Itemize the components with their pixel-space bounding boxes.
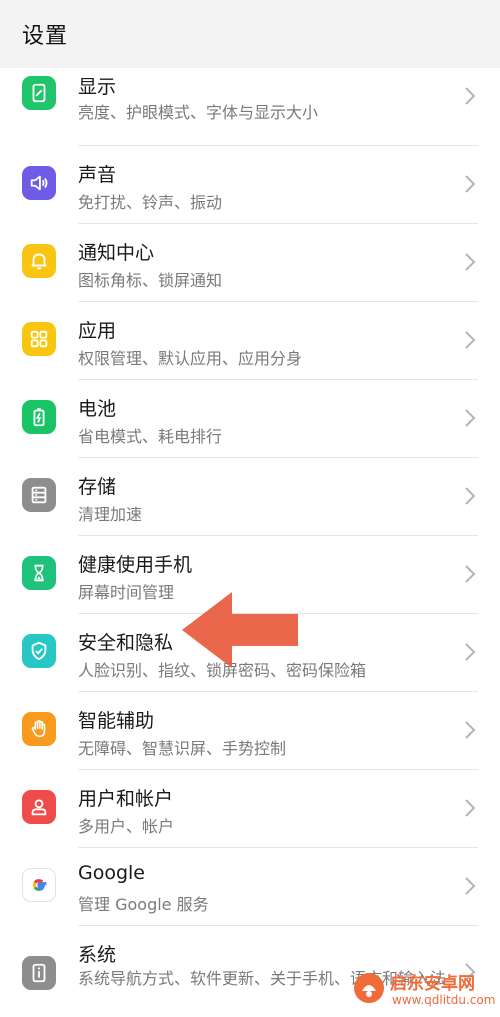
chevron-right-icon bbox=[465, 253, 476, 271]
item-title: 存储 bbox=[78, 476, 117, 498]
settings-list: 显示 亮度、护眼模式、字体与显示大小 声音 免打扰、铃声、振动 通知中心 图标角… bbox=[0, 68, 500, 1010]
chevron-right-icon bbox=[465, 643, 476, 661]
item-subtitle: 管理 Google 服务 bbox=[78, 895, 209, 914]
chevron-right-icon bbox=[465, 331, 476, 349]
item-title: 用户和帐户 bbox=[78, 788, 174, 810]
item-subtitle: 省电模式、耗电排行 bbox=[78, 427, 223, 446]
item-title: 智能辅助 bbox=[78, 710, 155, 732]
item-title: 电池 bbox=[78, 398, 117, 420]
item-subtitle: 图标角标、锁屏通知 bbox=[78, 271, 223, 290]
watermark-url: www.qdlitdu.com bbox=[392, 993, 496, 1007]
item-title: 健康使用手机 bbox=[78, 554, 193, 576]
item-subtitle: 免打扰、铃声、振动 bbox=[78, 193, 223, 212]
settings-item-battery[interactable]: 电池 省电模式、耗电排行 bbox=[0, 380, 500, 458]
item-subtitle: 清理加速 bbox=[78, 505, 143, 524]
item-title: 通知中心 bbox=[78, 242, 155, 264]
google-icon bbox=[22, 868, 56, 902]
chevron-right-icon bbox=[465, 87, 476, 105]
phone-info-icon bbox=[22, 956, 56, 990]
settings-item-display[interactable]: 显示 亮度、护眼模式、字体与显示大小 bbox=[0, 68, 500, 146]
settings-item-sound[interactable]: 声音 免打扰、铃声、振动 bbox=[0, 146, 500, 224]
item-subtitle: 亮度、护眼模式、字体与显示大小 bbox=[78, 103, 319, 122]
item-title: 显示 bbox=[78, 76, 117, 98]
item-subtitle: 权限管理、默认应用、应用分身 bbox=[78, 349, 303, 368]
settings-item-smart-assistance[interactable]: 智能辅助 无障碍、智慧识屏、手势控制 bbox=[0, 692, 500, 770]
annotation-arrow-icon bbox=[182, 592, 298, 668]
settings-item-google[interactable]: Google 管理 Google 服务 bbox=[0, 848, 500, 926]
item-title: 安全和隐私 bbox=[78, 632, 174, 654]
page-title: 设置 bbox=[22, 24, 69, 49]
settings-item-apps[interactable]: 应用 权限管理、默认应用、应用分身 bbox=[0, 302, 500, 380]
hourglass-icon bbox=[22, 556, 56, 590]
shield-icon bbox=[22, 634, 56, 668]
item-title: 声音 bbox=[78, 164, 117, 186]
chevron-right-icon bbox=[465, 409, 476, 427]
item-title: 应用 bbox=[78, 320, 117, 342]
battery-icon bbox=[22, 400, 56, 434]
chevron-right-icon bbox=[465, 565, 476, 583]
settings-item-users-accounts[interactable]: 用户和帐户 多用户、帐户 bbox=[0, 770, 500, 848]
apps-icon bbox=[22, 322, 56, 356]
bell-icon bbox=[22, 244, 56, 278]
storage-icon bbox=[22, 478, 56, 512]
settings-item-notifications[interactable]: 通知中心 图标角标、锁屏通知 bbox=[0, 224, 500, 302]
item-subtitle: 无障碍、智慧识屏、手势控制 bbox=[78, 739, 287, 758]
display-icon bbox=[22, 76, 56, 110]
user-icon bbox=[22, 790, 56, 824]
settings-item-storage[interactable]: 存储 清理加速 bbox=[0, 458, 500, 536]
item-subtitle: 屏幕时间管理 bbox=[78, 583, 175, 602]
chevron-right-icon bbox=[465, 487, 476, 505]
hand-icon bbox=[22, 712, 56, 746]
watermark: 启东安卓网 www.qdlitdu.com bbox=[352, 967, 496, 1013]
item-title: 系统 bbox=[78, 944, 117, 966]
chevron-right-icon bbox=[465, 877, 476, 895]
chevron-right-icon bbox=[465, 799, 476, 817]
header-bar: 设置 bbox=[0, 0, 500, 68]
item-subtitle: 多用户、帐户 bbox=[78, 817, 175, 836]
chevron-right-icon bbox=[465, 175, 476, 193]
chevron-right-icon bbox=[465, 721, 476, 739]
item-title: Google bbox=[78, 862, 146, 884]
sound-icon bbox=[22, 166, 56, 200]
watermark-name: 启东安卓网 bbox=[390, 974, 475, 994]
watermark-logo-icon bbox=[354, 973, 384, 1003]
